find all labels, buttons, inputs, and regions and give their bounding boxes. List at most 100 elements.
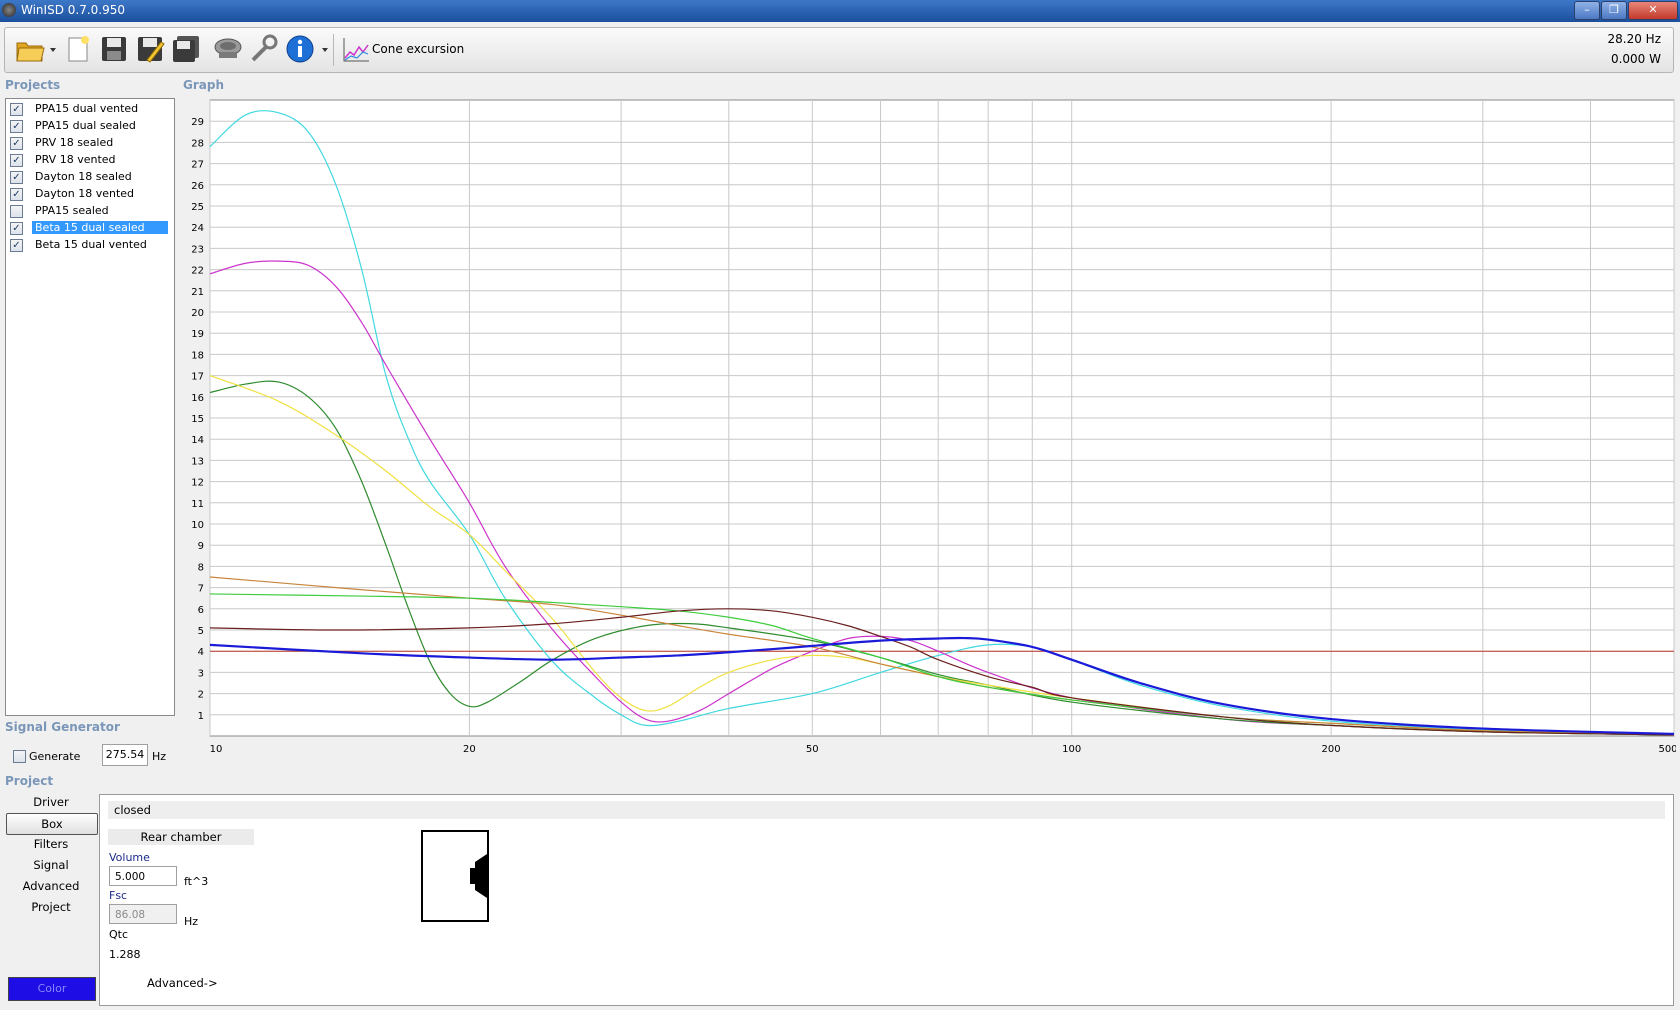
nav-item-filters[interactable]: Filters bbox=[6, 834, 96, 854]
project-checkbox[interactable]: ✓ bbox=[10, 188, 23, 201]
project-item[interactable]: ✓ PPA15 dual vented bbox=[8, 101, 170, 117]
project-item[interactable]: ✓ PPA15 dual sealed bbox=[8, 118, 170, 134]
info-icon[interactable] bbox=[285, 34, 315, 64]
y-tick-label: 28 bbox=[191, 138, 204, 149]
driver-editor-icon[interactable] bbox=[213, 34, 243, 64]
rear-chamber-tab[interactable]: Rear chamber bbox=[108, 829, 254, 845]
project-label: PPA15 sealed bbox=[35, 204, 109, 217]
box-type-selector[interactable]: closed bbox=[108, 801, 1665, 819]
projects-header: Projects bbox=[5, 78, 61, 92]
project-header: Project bbox=[5, 774, 54, 788]
y-tick-label: 27 bbox=[191, 160, 204, 171]
qtc-label: Qtc bbox=[109, 928, 129, 941]
project-label: PRV 18 sealed bbox=[35, 136, 114, 149]
project-label: PRV 18 vented bbox=[35, 153, 116, 166]
speaker-driver-icon bbox=[470, 854, 487, 898]
project-checkbox[interactable]: ✓ bbox=[10, 103, 23, 116]
nav-item-advanced[interactable]: Advanced bbox=[6, 876, 96, 896]
project-item[interactable]: ✓ Beta 15 dual sealed bbox=[8, 220, 170, 236]
signal-generator-header: Signal Generator bbox=[5, 720, 120, 734]
window-title: WinISD 0.7.0.950 bbox=[21, 3, 126, 17]
x-tick-label: 500 bbox=[1658, 744, 1676, 755]
app-icon bbox=[2, 3, 16, 17]
project-item[interactable]: PPA15 sealed bbox=[8, 203, 170, 219]
x-tick-label: 200 bbox=[1322, 744, 1341, 755]
box-diagram bbox=[421, 830, 489, 922]
save-all-icon[interactable] bbox=[171, 34, 201, 64]
info-dropdown-arrow-icon[interactable] bbox=[322, 48, 328, 52]
y-tick-label: 14 bbox=[191, 435, 204, 446]
save-as-icon[interactable] bbox=[135, 34, 165, 64]
project-checkbox[interactable]: ✓ bbox=[10, 137, 23, 150]
project-item[interactable]: ✓ PRV 18 vented bbox=[8, 152, 170, 168]
x-tick-label: 50 bbox=[806, 744, 819, 755]
volume-unit: ft^3 bbox=[184, 875, 209, 888]
qtc-value: 1.288 bbox=[109, 948, 141, 961]
graph-type-label[interactable]: Cone excursion bbox=[372, 42, 464, 56]
y-tick-label: 7 bbox=[198, 584, 204, 595]
fsc-unit: Hz bbox=[184, 915, 199, 928]
project-label: Beta 15 dual sealed bbox=[32, 221, 168, 234]
signal-frequency-input[interactable]: 275.54 bbox=[102, 744, 148, 766]
y-tick-label: 16 bbox=[191, 393, 204, 404]
y-tick-label: 3 bbox=[198, 668, 204, 679]
y-tick-label: 11 bbox=[191, 499, 204, 510]
toolbar: Cone excursion 28.20 Hz 0.000 W bbox=[4, 27, 1674, 73]
project-item[interactable]: ✓ PRV 18 sealed bbox=[8, 135, 170, 151]
projects-list: ✓ PPA15 dual vented ✓ PPA15 dual sealed ✓ PRV… bbox=[5, 98, 175, 716]
y-tick-label: 18 bbox=[191, 350, 204, 361]
cone-excursion-graph-icon[interactable] bbox=[341, 34, 371, 64]
fsc-label: Fsc bbox=[109, 889, 128, 902]
y-tick-label: 13 bbox=[191, 456, 204, 467]
y-tick-label: 9 bbox=[198, 541, 204, 552]
tools-icon[interactable] bbox=[249, 34, 279, 64]
project-label: Dayton 18 sealed bbox=[35, 170, 132, 183]
cone-excursion-chart[interactable]: 1234567891011121314151617181920212223242… bbox=[180, 98, 1678, 758]
y-tick-label: 10 bbox=[191, 520, 204, 531]
minimize-button[interactable]: – bbox=[1574, 1, 1600, 20]
box-panel: closed Rear chamber Volume 5.000 ft^3 Fs… bbox=[99, 794, 1674, 1006]
nav-item-driver[interactable]: Driver bbox=[6, 792, 96, 812]
y-tick-label: 2 bbox=[198, 690, 204, 701]
y-tick-label: 21 bbox=[191, 287, 204, 298]
y-tick-label: 19 bbox=[191, 329, 204, 340]
project-checkbox[interactable]: ✓ bbox=[10, 222, 23, 235]
power-readout: 0.000 W bbox=[1610, 52, 1661, 66]
project-checkbox[interactable]: ✓ bbox=[10, 154, 23, 167]
close-button[interactable]: ✕ bbox=[1628, 1, 1678, 20]
graph-panel[interactable]: 1 2 3 4 5 6 7 8 9 10 11 12 13 14 15 16 17 18 19 20 21 22 23 24 2… bbox=[180, 98, 1678, 758]
y-tick-label: 5 bbox=[198, 626, 204, 637]
x-tick-label: 100 bbox=[1062, 744, 1081, 755]
volume-label: Volume bbox=[109, 851, 150, 864]
y-tick-label: 17 bbox=[191, 372, 204, 383]
save-icon[interactable] bbox=[99, 34, 129, 64]
project-label: Beta 15 dual vented bbox=[35, 238, 147, 251]
maximize-button[interactable]: ❐ bbox=[1601, 1, 1627, 20]
new-project-icon[interactable] bbox=[63, 34, 93, 64]
project-item[interactable]: ✓ Beta 15 dual vented bbox=[8, 237, 170, 253]
nav-item-box[interactable]: Box bbox=[6, 813, 98, 835]
generate-checkbox[interactable] bbox=[13, 750, 26, 763]
project-checkbox[interactable]: ✓ bbox=[10, 239, 23, 252]
y-tick-label: 20 bbox=[191, 308, 204, 319]
y-tick-label: 15 bbox=[191, 414, 204, 425]
open-dropdown-arrow-icon[interactable] bbox=[50, 48, 56, 52]
project-item[interactable]: ✓ Dayton 18 vented bbox=[8, 186, 170, 202]
project-checkbox[interactable]: ✓ bbox=[10, 120, 23, 133]
y-tick-label: 29 bbox=[191, 117, 204, 128]
project-checkbox[interactable] bbox=[10, 205, 23, 218]
advanced-link[interactable]: Advanced-> bbox=[147, 976, 218, 990]
open-folder-icon[interactable] bbox=[15, 34, 45, 64]
y-tick-label: 6 bbox=[198, 605, 204, 616]
project-item[interactable]: ✓ Dayton 18 sealed bbox=[8, 169, 170, 185]
project-label: PPA15 dual sealed bbox=[35, 119, 136, 132]
graph-header: Graph bbox=[183, 78, 224, 92]
project-checkbox[interactable]: ✓ bbox=[10, 171, 23, 184]
nav-item-project[interactable]: Project bbox=[6, 897, 96, 917]
frequency-readout: 28.20 Hz bbox=[1607, 32, 1662, 46]
color-button[interactable]: Color bbox=[8, 977, 96, 1001]
volume-input[interactable]: 5.000 bbox=[109, 866, 177, 886]
project-label: PPA15 dual vented bbox=[35, 102, 139, 115]
y-tick-label: 12 bbox=[191, 478, 204, 489]
nav-item-signal[interactable]: Signal bbox=[6, 855, 96, 875]
